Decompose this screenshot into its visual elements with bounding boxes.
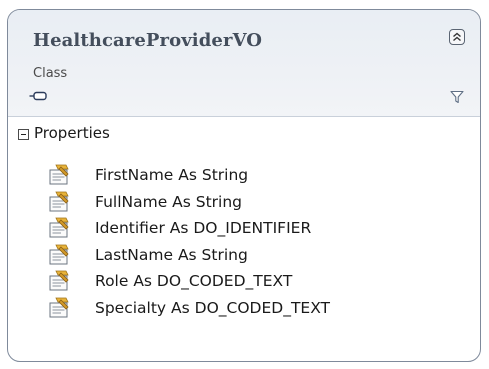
property-label: FirstName As String xyxy=(95,166,249,185)
property-icon xyxy=(49,297,69,318)
property-item[interactable]: Identifier As DO_IDENTIFIER xyxy=(48,215,330,242)
class-name: HealthcareProviderVO xyxy=(33,30,263,51)
property-label: LastName As String xyxy=(95,245,248,264)
property-label: FullName As String xyxy=(95,192,243,211)
property-icon xyxy=(49,191,69,212)
properties-compartment-title: Properties xyxy=(34,124,110,142)
filter-icon[interactable] xyxy=(450,90,464,104)
property-icon xyxy=(49,217,69,238)
property-label: Identifier As DO_IDENTIFIER xyxy=(95,219,312,238)
property-label: Role As DO_CODED_TEXT xyxy=(95,272,293,291)
properties-list: FirstName As String FullName As String I… xyxy=(48,162,330,321)
property-icon xyxy=(49,244,69,265)
property-item[interactable]: Role As DO_CODED_TEXT xyxy=(48,268,330,295)
class-stereotype: Class xyxy=(33,66,68,81)
property-item[interactable]: LastName As String xyxy=(48,242,330,269)
property-icon xyxy=(49,164,69,185)
minus-box-icon[interactable] xyxy=(18,129,29,140)
inheritance-lollipop-icon xyxy=(29,91,47,101)
property-item[interactable]: FirstName As String xyxy=(48,162,330,189)
property-item[interactable]: Specialty As DO_CODED_TEXT xyxy=(48,295,330,322)
class-header: HealthcareProviderVO Class xyxy=(8,10,480,117)
property-label: Specialty As DO_CODED_TEXT xyxy=(95,298,331,317)
property-icon xyxy=(49,270,69,291)
property-item[interactable]: FullName As String xyxy=(48,189,330,216)
double-chevron-up-icon[interactable] xyxy=(449,29,465,45)
class-shape[interactable]: HealthcareProviderVO Class Properties Fi… xyxy=(7,9,481,362)
